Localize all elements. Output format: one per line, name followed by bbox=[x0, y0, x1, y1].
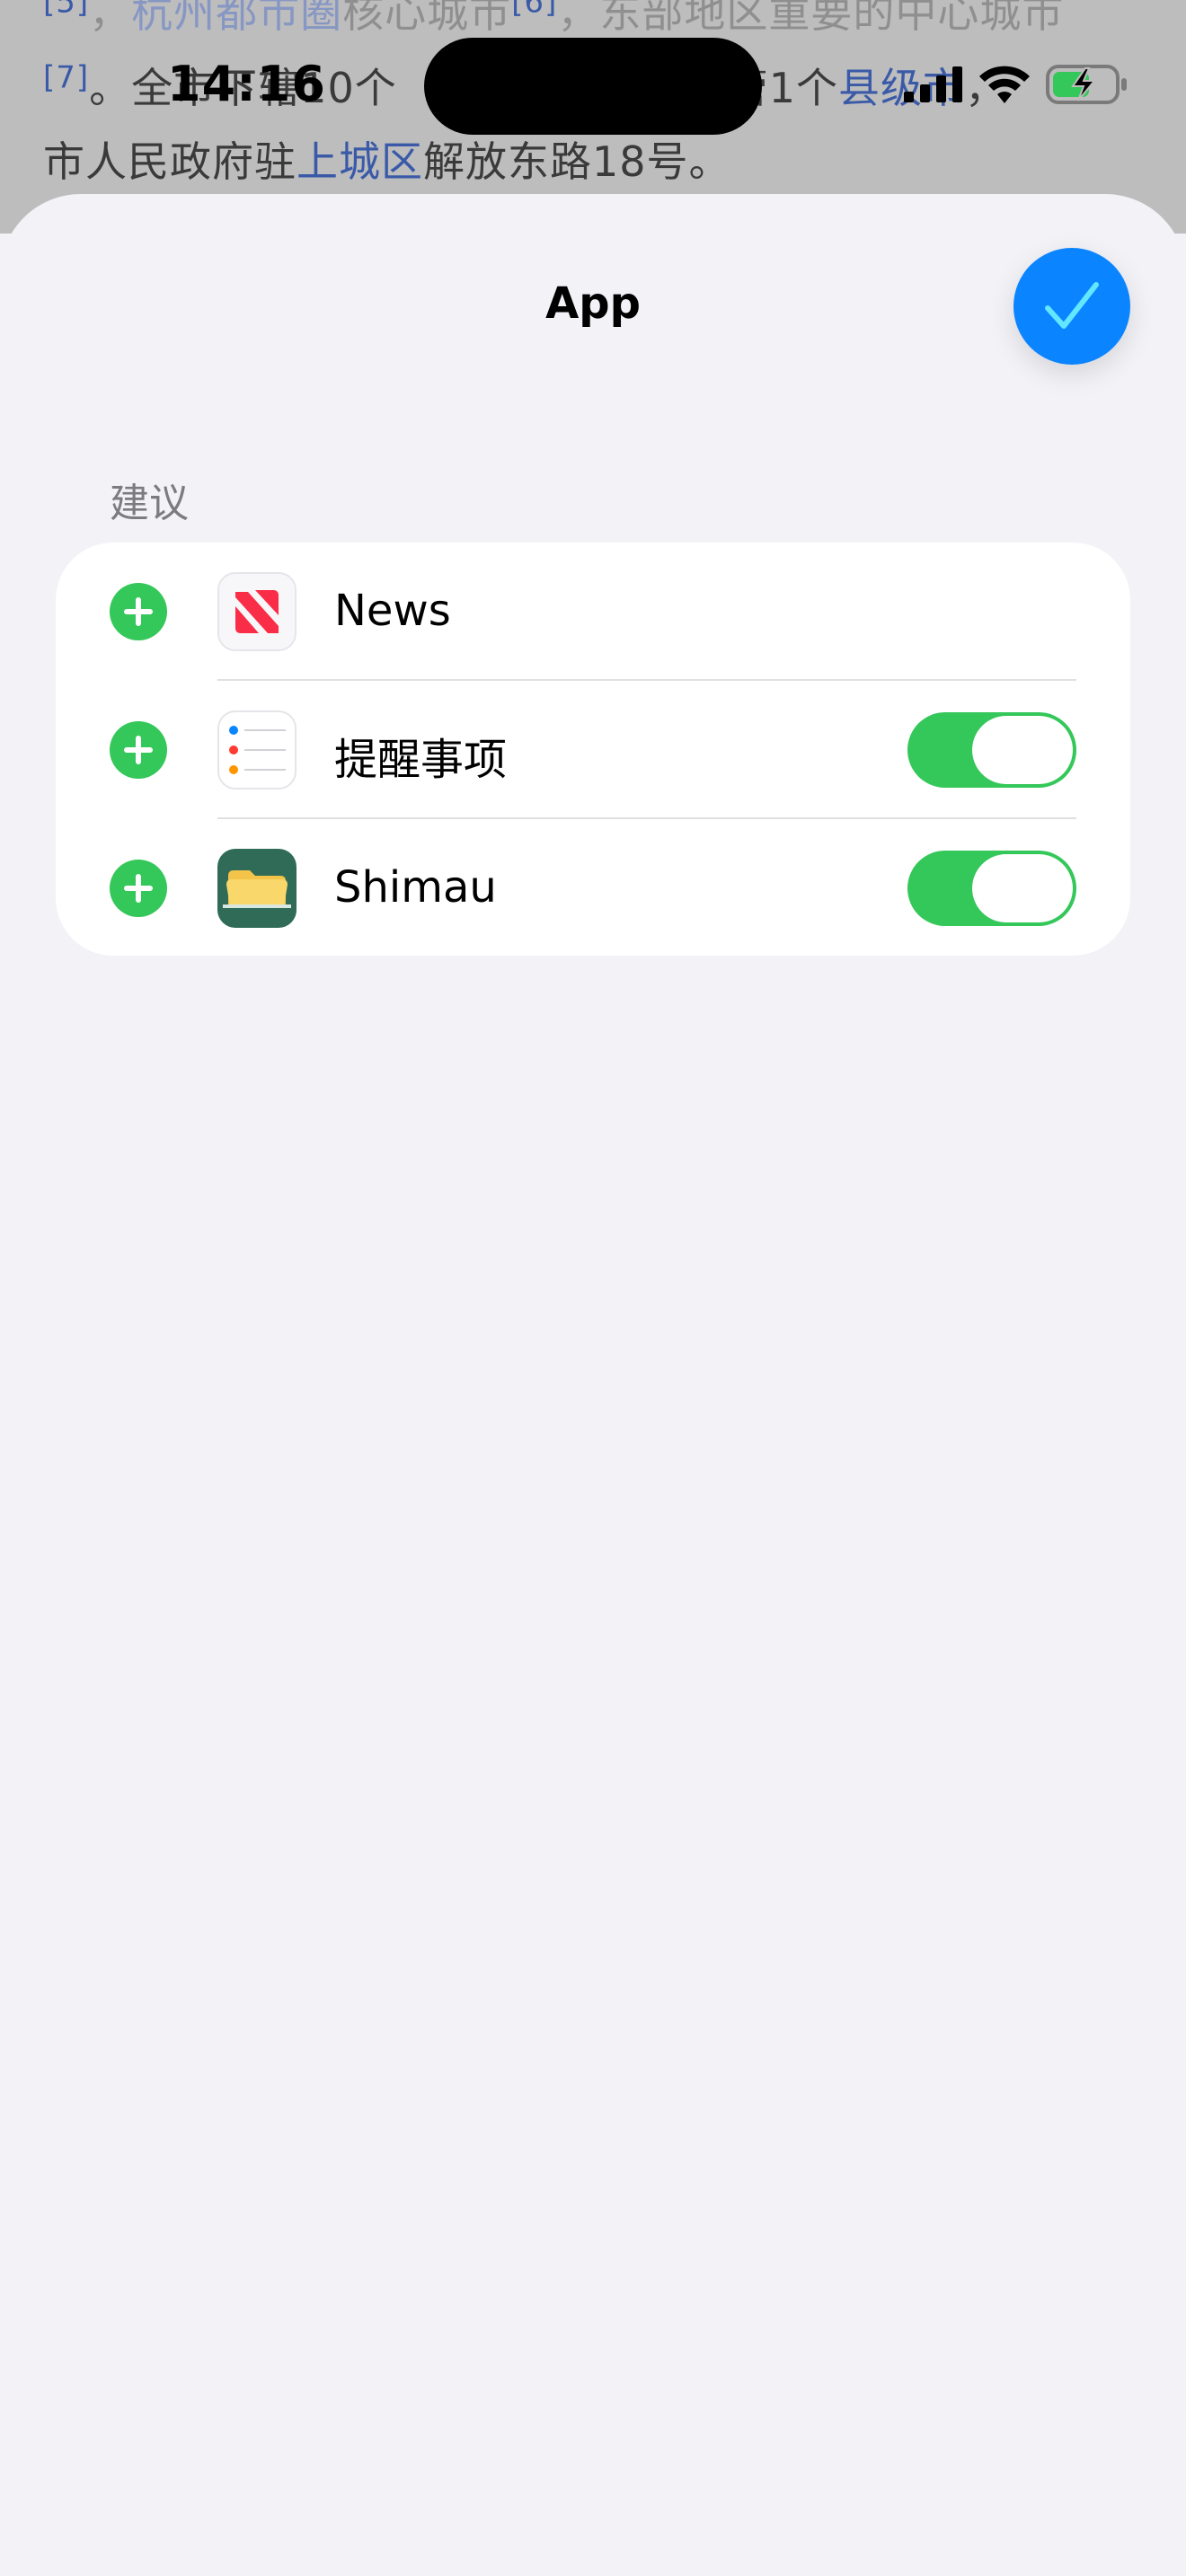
cellular-signal-icon bbox=[904, 66, 962, 102]
app-picker-sheet: App 建议 News 提醒事项 Shimau bbox=[0, 194, 1186, 2576]
background-line-3: 市人民政府驻上城区解放东路18号。 bbox=[43, 137, 731, 186]
app-toggle[interactable] bbox=[907, 851, 1076, 926]
status-time: 14:16 bbox=[167, 56, 326, 112]
add-app-button[interactable] bbox=[110, 583, 167, 640]
sheet-title: App bbox=[545, 278, 641, 329]
shimau-icon bbox=[217, 849, 296, 928]
dynamic-island bbox=[424, 38, 762, 135]
reminders-icon bbox=[217, 710, 296, 790]
add-app-button[interactable] bbox=[110, 721, 167, 779]
done-button[interactable] bbox=[1013, 248, 1130, 365]
suggested-apps-list: News 提醒事项 Shimau bbox=[56, 543, 1130, 956]
add-app-button[interactable] bbox=[110, 860, 167, 917]
app-name: 提醒事项 bbox=[334, 735, 508, 785]
toggle-knob bbox=[972, 854, 1073, 922]
checkmark-icon bbox=[1045, 282, 1099, 329]
status-icons bbox=[904, 59, 1128, 110]
app-name: News bbox=[334, 586, 451, 636]
list-item-reminders[interactable]: 提醒事项 bbox=[56, 681, 1130, 819]
news-icon bbox=[217, 572, 296, 651]
wifi-icon bbox=[979, 66, 1030, 103]
battery-charging-icon bbox=[1046, 65, 1127, 104]
list-item-shimau[interactable]: Shimau bbox=[56, 819, 1130, 956]
app-name: Shimau bbox=[334, 862, 497, 913]
toggle-knob bbox=[972, 716, 1073, 784]
app-toggle[interactable] bbox=[907, 712, 1076, 788]
section-header-suggestions: 建议 bbox=[110, 481, 189, 526]
list-item-news[interactable]: News bbox=[56, 543, 1130, 681]
background-line-1: [5]，杭州都市圈核心城市[6]，东部地区重要的中心城市 bbox=[43, 0, 1065, 37]
